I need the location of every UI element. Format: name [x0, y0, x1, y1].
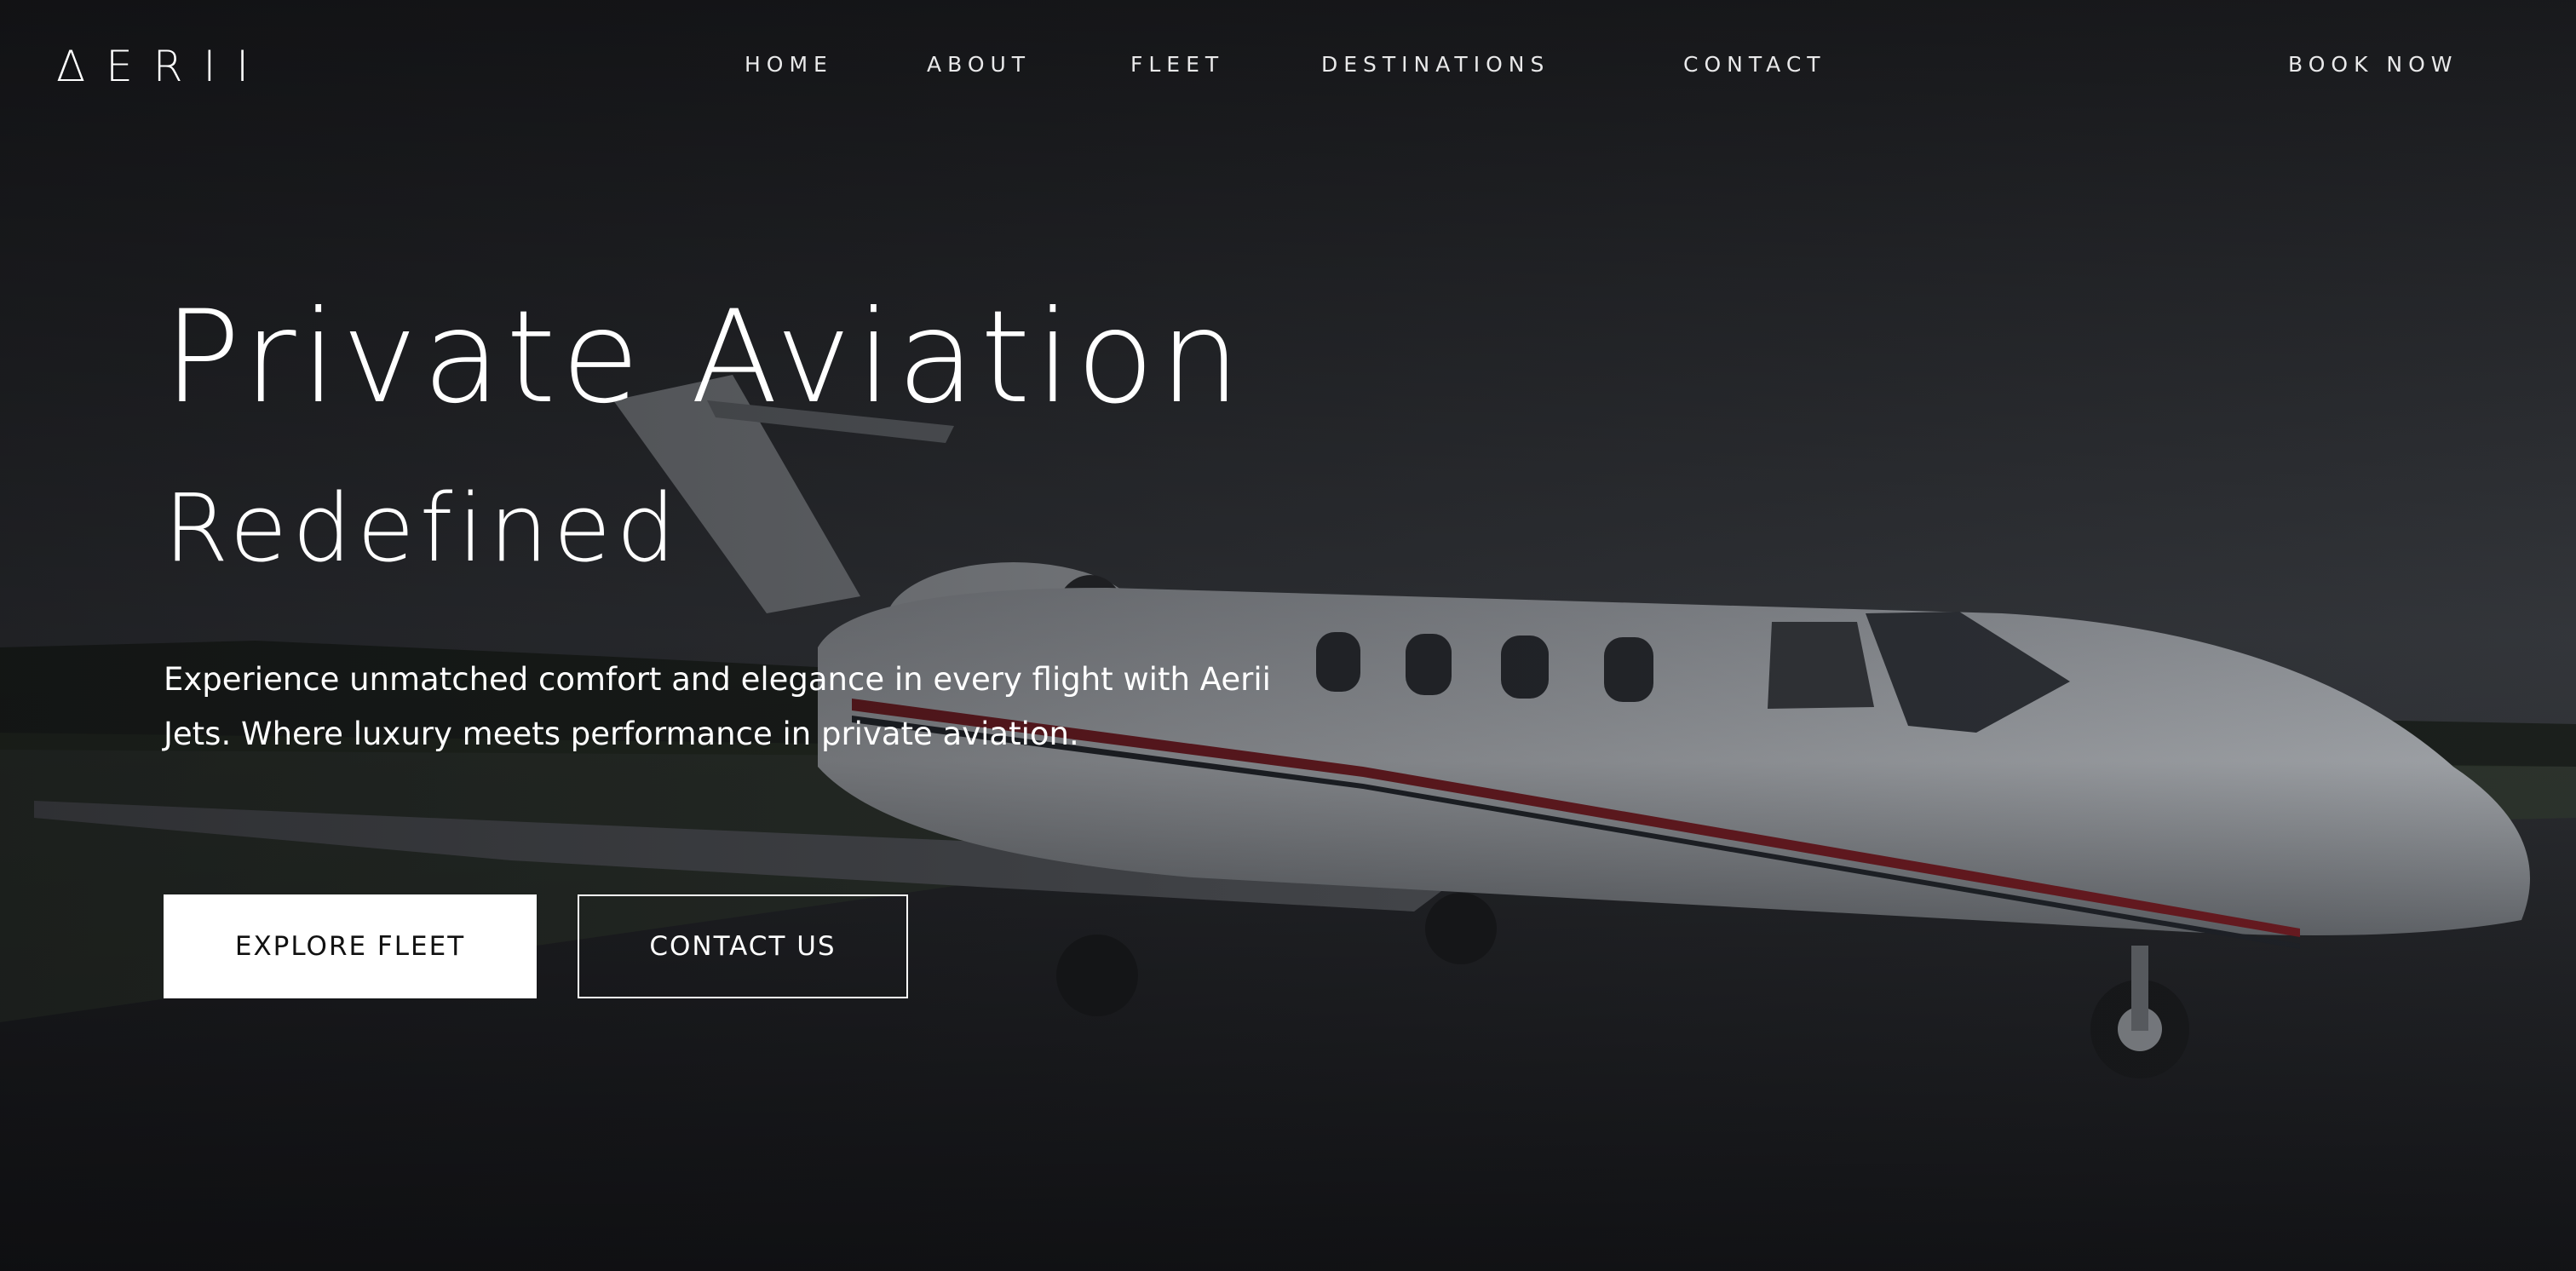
nav-home-link[interactable]: HOME — [745, 49, 833, 80]
nav-about-link[interactable]: ABOUT — [927, 49, 1031, 80]
book-now-link[interactable]: BOOK NOW — [2288, 49, 2458, 80]
hero-section: ΔERII HOME ABOUT FLEET DESTINATIONS CONT… — [0, 0, 2576, 1271]
site-header: ΔERII HOME ABOUT FLEET DESTINATIONS CONT… — [0, 0, 2576, 129]
hero-headline: Private Aviation — [164, 284, 1246, 432]
contact-us-button[interactable]: CONTACT US — [578, 894, 908, 998]
nav-destinations-link[interactable]: DESTINATIONS — [1321, 49, 1550, 80]
explore-fleet-button[interactable]: EXPLORE FLEET — [164, 894, 537, 998]
nav-fleet-link[interactable]: FLEET — [1130, 49, 1224, 80]
hero-overlay — [0, 0, 2576, 1271]
nav-contact-link[interactable]: CONTACT — [1683, 49, 1826, 80]
brand-logo[interactable]: ΔERII — [56, 41, 269, 92]
hero-subheadline: Redefined — [164, 474, 681, 583]
hero-description: Experience unmatched comfort and eleganc… — [164, 661, 1271, 752]
